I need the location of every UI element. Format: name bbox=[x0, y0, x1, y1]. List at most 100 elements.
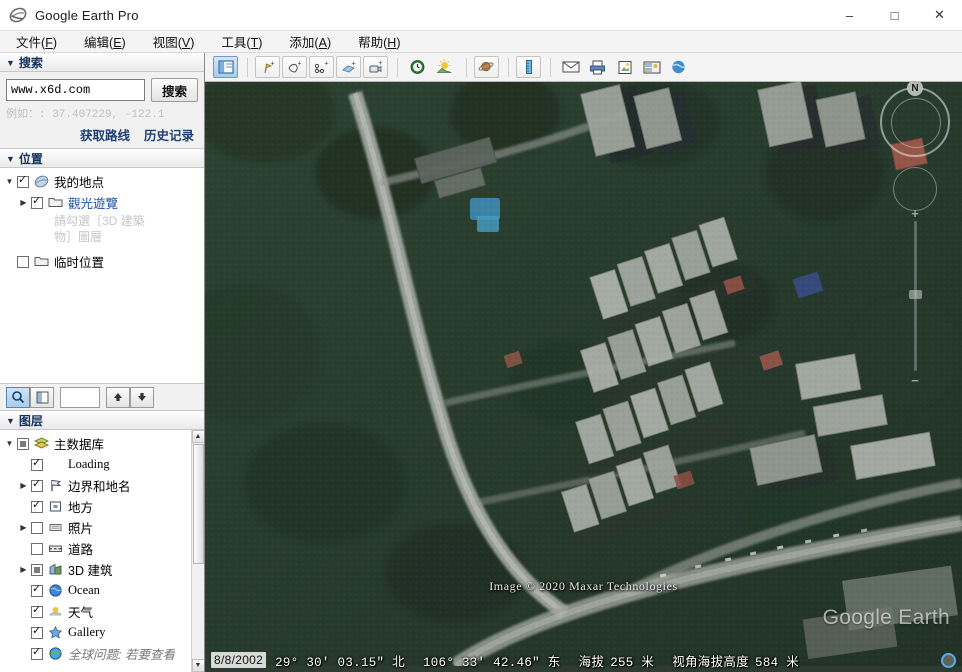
svg-text:+: + bbox=[270, 60, 274, 67]
menu-tools[interactable]: 工具(T) bbox=[215, 30, 271, 53]
satellite-imagery[interactable] bbox=[205, 53, 962, 666]
search-places-icon[interactable] bbox=[6, 387, 30, 408]
menu-view[interactable]: 视图(V) bbox=[147, 30, 204, 53]
checkbox-temporary-places[interactable] bbox=[17, 256, 29, 268]
close-button[interactable]: ✕ bbox=[917, 0, 962, 31]
navigation-controls[interactable]: N + − bbox=[880, 87, 950, 371]
compass-ring[interactable]: N bbox=[880, 87, 950, 157]
layers-panel-header[interactable]: ▼ 图层 bbox=[0, 411, 204, 430]
places-item-temporary-places[interactable]: ▶ 临时位置 bbox=[0, 251, 204, 272]
image-overlay-icon[interactable]: + bbox=[336, 56, 361, 78]
checkbox-borders-labels[interactable] bbox=[31, 480, 43, 492]
globe-blue-icon[interactable] bbox=[666, 56, 691, 78]
layers-item-global-awareness[interactable]: ▶ 全球问题: 若要查看 bbox=[0, 643, 204, 664]
scroll-down-icon[interactable]: ▼ bbox=[192, 659, 205, 672]
imagery-date: 8/8/2002 bbox=[211, 652, 266, 668]
layers-item-roads[interactable]: ▶ 道路 bbox=[0, 538, 204, 559]
search-panel-header[interactable]: ▼ 搜索 bbox=[0, 53, 204, 72]
layers-item-gallery[interactable]: ▶ Gallery bbox=[0, 622, 204, 643]
ruler-icon[interactable] bbox=[516, 56, 541, 78]
google-maps-icon[interactable] bbox=[639, 56, 664, 78]
expander-expand-icon[interactable]: ▶ bbox=[18, 522, 29, 533]
zoom-slider[interactable]: + − bbox=[914, 221, 917, 371]
menu-help[interactable]: 帮助(H) bbox=[352, 30, 409, 53]
layers-item-borders-labels[interactable]: ▶ 边界和地名 bbox=[0, 475, 204, 496]
search-input[interactable] bbox=[6, 79, 145, 101]
places-item-my-places[interactable]: ▼ 我的地点 bbox=[0, 171, 204, 192]
checkbox-loading[interactable] bbox=[31, 459, 43, 471]
layers-scrollbar[interactable]: ▲ ▼ bbox=[191, 430, 204, 672]
menu-add[interactable]: 添加(A) bbox=[283, 30, 340, 53]
menu-add-label: 添加 bbox=[289, 36, 314, 50]
layers-item-3d-buildings[interactable]: ▶ 3D 建筑 bbox=[0, 559, 204, 580]
chevron-down-icon: ▼ bbox=[6, 58, 15, 68]
expander-collapse-icon[interactable]: ▼ bbox=[4, 438, 15, 449]
main-body: ▼ 搜索 搜索 例如：: 37.407229, -122.1 获取路线 历史记录… bbox=[0, 53, 962, 672]
checkbox-gallery[interactable] bbox=[31, 627, 43, 639]
checkbox-places[interactable] bbox=[31, 501, 43, 513]
clock-history-icon[interactable] bbox=[405, 56, 430, 78]
menu-bar: 文件(F) 编辑(E) 视图(V) 工具(T) 添加(A) 帮助(H) bbox=[0, 31, 962, 53]
menu-edit[interactable]: 编辑(E) bbox=[78, 30, 135, 53]
gallery-star-icon bbox=[48, 625, 63, 640]
expander-collapse-icon[interactable]: ▼ bbox=[4, 176, 15, 187]
expander-expand-icon[interactable]: ▶ bbox=[18, 480, 29, 491]
layers-item-ocean[interactable]: ▶ Ocean bbox=[0, 580, 204, 601]
layers-item-primary-database[interactable]: ▼ 主数据库 bbox=[0, 433, 204, 454]
expander-expand-icon[interactable]: ▶ bbox=[18, 197, 29, 208]
search-row: 搜索 bbox=[6, 78, 198, 102]
minimize-button[interactable]: – bbox=[827, 0, 872, 31]
layers-item-weather[interactable]: ▶ 天气 bbox=[0, 601, 204, 622]
layers-item-loading[interactable]: ▶ Loading bbox=[0, 454, 204, 475]
checkbox-ocean[interactable] bbox=[31, 585, 43, 597]
polygon-icon[interactable]: + bbox=[282, 56, 307, 78]
weather-icon bbox=[48, 604, 63, 619]
checkbox-weather[interactable] bbox=[31, 606, 43, 618]
layers-item-places[interactable]: ▶ 地方 bbox=[0, 496, 204, 517]
checkbox-primary-database[interactable] bbox=[17, 438, 29, 450]
layers-panel-title: 图层 bbox=[19, 412, 43, 429]
printer-icon[interactable] bbox=[585, 56, 610, 78]
zoom-out-label[interactable]: − bbox=[911, 373, 919, 388]
checkbox-photos[interactable] bbox=[31, 522, 43, 534]
history-link[interactable]: 历史记录 bbox=[144, 125, 194, 144]
expander-expand-icon[interactable]: ▶ bbox=[18, 564, 29, 575]
path-icon[interactable]: + bbox=[309, 56, 334, 78]
menu-tools-mnemonic: T bbox=[251, 36, 259, 50]
layers-item-photos[interactable]: ▶ 照片 bbox=[0, 517, 204, 538]
toolbar-separator bbox=[247, 58, 248, 77]
scroll-up-icon[interactable]: ▲ bbox=[192, 430, 205, 443]
photo-icon bbox=[48, 520, 63, 535]
checkbox-sightseeing-tour[interactable] bbox=[31, 197, 43, 209]
save-image-icon[interactable] bbox=[612, 56, 637, 78]
layers-item-label: 3D 建筑 bbox=[68, 560, 112, 579]
sidebar-panel-icon[interactable] bbox=[213, 56, 238, 78]
places-filter-input[interactable] bbox=[60, 387, 100, 408]
placemark-pin-icon[interactable]: + bbox=[255, 56, 280, 78]
zoom-slider-thumb[interactable] bbox=[909, 290, 922, 299]
sunlight-icon[interactable] bbox=[432, 56, 457, 78]
record-tour-icon[interactable]: + bbox=[363, 56, 388, 78]
places-panel-header[interactable]: ▼ 位置 bbox=[0, 149, 204, 168]
map-viewport[interactable]: + + + bbox=[205, 53, 962, 672]
checkbox-3d-buildings[interactable] bbox=[31, 564, 43, 576]
envelope-icon[interactable] bbox=[558, 56, 583, 78]
scrollbar-thumb[interactable] bbox=[193, 444, 204, 564]
checkbox-roads[interactable] bbox=[31, 543, 43, 555]
checkbox-global-awareness[interactable] bbox=[31, 648, 43, 660]
view-split-icon[interactable] bbox=[30, 387, 54, 408]
checkbox-my-places[interactable] bbox=[17, 176, 29, 188]
google-earth-watermark: Google Earth bbox=[823, 606, 950, 630]
maximize-button[interactable]: □ bbox=[872, 0, 917, 31]
move-up-button[interactable] bbox=[106, 387, 130, 408]
get-directions-link[interactable]: 获取路线 bbox=[80, 125, 130, 144]
places-item-sightseeing-tour[interactable]: ▶ 觀光遊覽 bbox=[0, 192, 204, 213]
menu-file[interactable]: 文件(F) bbox=[10, 30, 66, 53]
search-button[interactable]: 搜索 bbox=[151, 78, 198, 102]
svg-text:+: + bbox=[378, 60, 382, 67]
look-joystick[interactable] bbox=[893, 167, 937, 211]
move-down-button[interactable] bbox=[130, 387, 154, 408]
zoom-in-label[interactable]: + bbox=[911, 206, 919, 221]
planet-icon[interactable] bbox=[474, 56, 499, 78]
google-earth-window: Google Earth Pro – □ ✕ 文件(F) 编辑(E) 视图(V)… bbox=[0, 0, 962, 672]
